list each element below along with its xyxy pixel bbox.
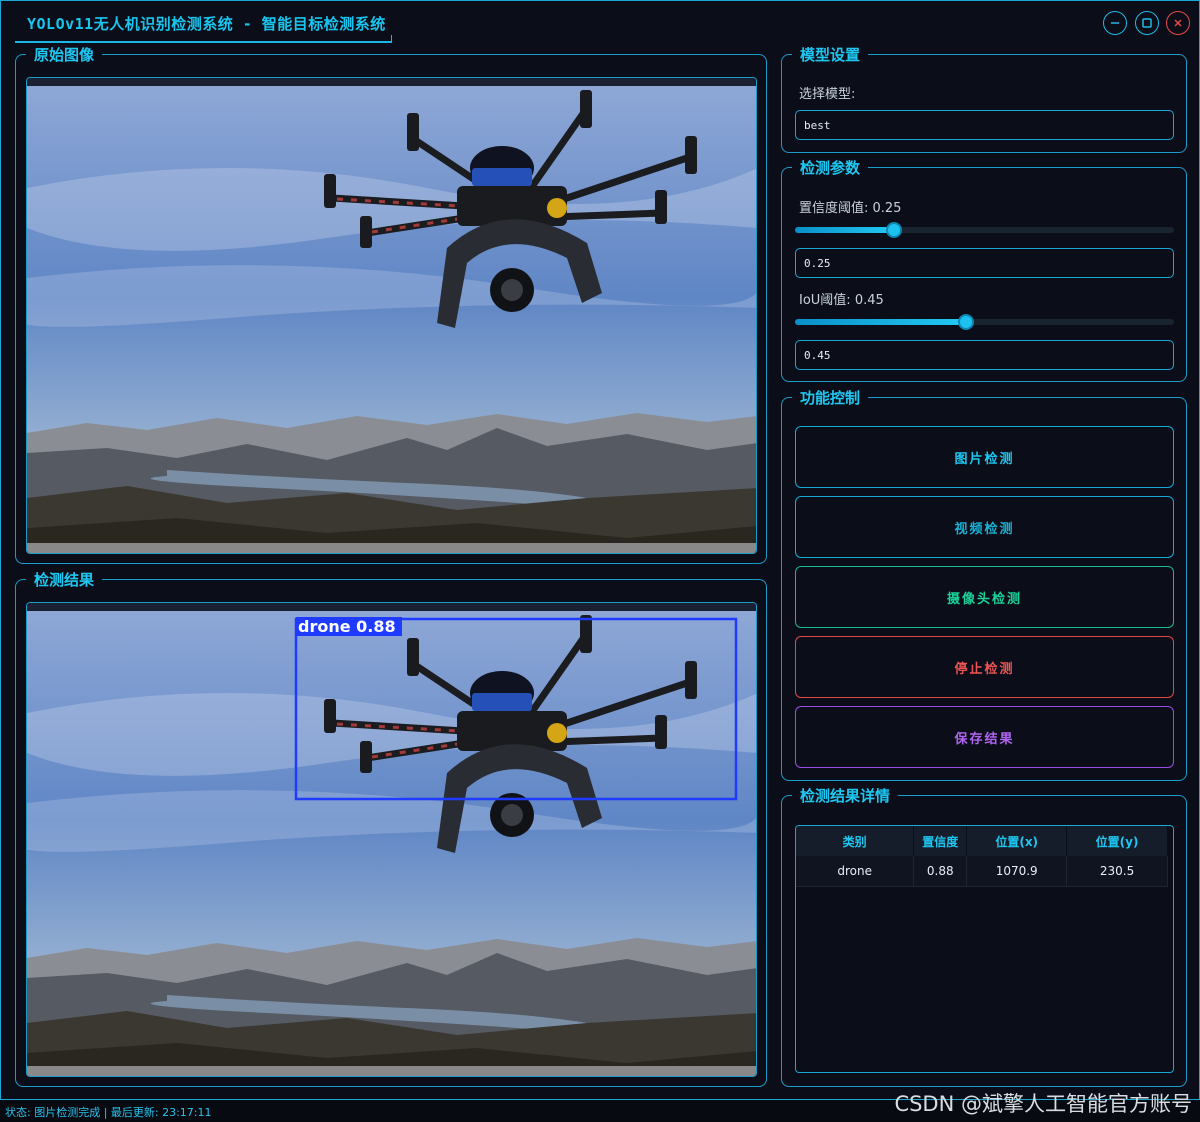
confidence-slider[interactable] [795,222,1174,238]
confidence-label: 置信度阈值: 0.25 [799,201,902,216]
iou-label: IoU阈值: 0.45 [799,293,884,308]
column-header-confidence[interactable]: 置信度 [913,826,968,856]
iou-input[interactable]: 0.45 [795,340,1174,370]
stop-detect-button[interactable]: 停止检测 [795,636,1174,698]
close-icon [1174,19,1182,27]
detection-result-panel: 检测结果 drone 0.88 [15,569,767,1087]
results-detail-panel: 检测结果详情 类别 置信度 位置(x) 位置(y) drone 0.88 107… [781,785,1187,1087]
model-settings-title: 模型设置 [792,44,869,65]
results-table: 类别 置信度 位置(x) 位置(y) drone 0.88 1070.9 230… [796,826,1168,887]
iou-slider-fill [795,319,966,325]
confidence-slider-fill [795,227,894,233]
model-select[interactable]: best [795,110,1174,140]
results-table-container[interactable]: 类别 置信度 位置(x) 位置(y) drone 0.88 1070.9 230… [795,825,1174,1073]
video-detect-button[interactable]: 视频检测 [795,496,1174,558]
result-drone-image: drone 0.88 [27,603,756,1076]
detection-result-title: 检测结果 [26,569,103,590]
watermark: CSDN @斌擎人工智能官方账号 [894,1092,1192,1116]
column-header-class[interactable]: 类别 [796,826,915,856]
detection-params-title: 检测参数 [792,157,869,178]
table-header-row: 类别 置信度 位置(x) 位置(y) [796,826,1168,856]
close-button[interactable] [1166,11,1190,35]
cell-y: 230.5 [1066,856,1168,887]
camera-detect-button[interactable]: 摄像头检测 [795,566,1174,628]
confidence-input[interactable]: 0.25 [795,248,1174,278]
cell-confidence: 0.88 [913,856,968,887]
title-bar[interactable]: YOLOv11无人机识别检测系统 - 智能目标检测系统 [1,1,1199,45]
app-window: YOLOv11无人机识别检测系统 - 智能目标检测系统 原始图像 检测结果 dr… [0,0,1200,1100]
function-controls-title: 功能控制 [792,387,869,408]
model-select-label: 选择模型: [799,87,856,102]
function-controls-panel: 功能控制 图片检测 视频检测 摄像头检测 停止检测 保存结果 [781,387,1187,781]
detection-params-panel: 检测参数 置信度阈值: 0.25 0.25 IoU阈值: 0.45 0.45 [781,157,1187,382]
maximize-icon [1142,18,1152,28]
window-title: YOLOv11无人机识别检测系统 - 智能目标检测系统 [27,15,386,33]
model-settings-panel: 模型设置 选择模型: best [781,44,1187,153]
title-divider [391,35,392,43]
result-image-frame: drone 0.88 [26,602,757,1077]
table-row[interactable]: drone 0.88 1070.9 230.5 [796,856,1168,887]
detection-label: drone 0.88 [298,617,396,636]
original-drone-image [27,78,756,553]
original-image-panel: 原始图像 [15,44,767,564]
minimize-icon [1111,22,1119,24]
original-image-title: 原始图像 [26,44,103,65]
column-header-y[interactable]: 位置(y) [1066,826,1168,856]
title-underline [15,41,391,43]
original-image-frame [26,77,757,554]
results-detail-title: 检测结果详情 [792,785,899,806]
maximize-button[interactable] [1135,11,1159,35]
minimize-button[interactable] [1103,11,1127,35]
cell-x: 1070.9 [966,856,1068,887]
confidence-slider-handle[interactable] [886,222,902,238]
cell-class: drone [796,856,915,887]
column-header-x[interactable]: 位置(x) [966,826,1068,856]
iou-slider[interactable] [795,314,1174,330]
save-results-button[interactable]: 保存结果 [795,706,1174,768]
image-detect-button[interactable]: 图片检测 [795,426,1174,488]
iou-slider-handle[interactable] [958,314,974,330]
